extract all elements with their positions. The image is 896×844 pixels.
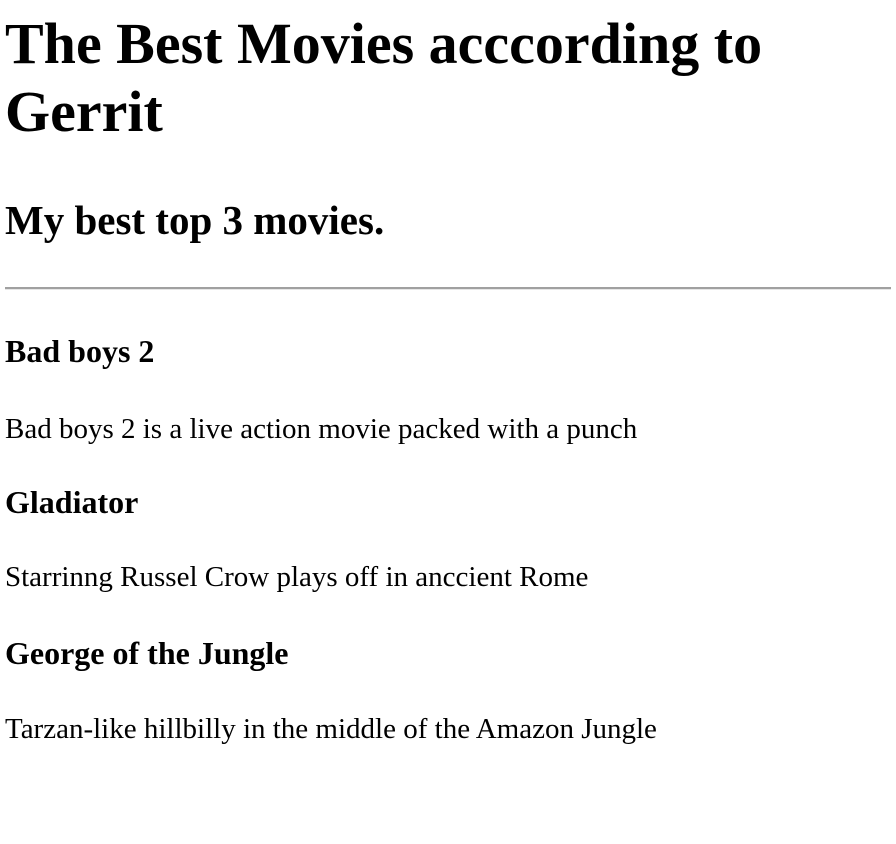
page-content: The Best Movies acccording to Gerrit My …: [5, 10, 891, 746]
movie-description: Bad boys 2 is a live action movie packed…: [5, 413, 638, 445]
movie-entry-gladiator: Gladiator Starrinng Russel Crow plays of…: [5, 483, 891, 594]
movie-description: Starrinng Russel Crow plays off in ancci…: [5, 561, 589, 593]
movie-title: George of the Jungle: [5, 635, 289, 671]
movie-entry-bad-boys-2: Bad boys 2 Bad boys 2 is a live action m…: [5, 332, 891, 446]
movie-description: Tarzan-like hillbilly in the middle of t…: [5, 713, 657, 745]
movie-title: Gladiator: [5, 484, 139, 520]
movie-entry-george-of-the-jungle: George of the Jungle Tarzan-like hillbil…: [5, 634, 891, 746]
movie-title: Bad boys 2: [5, 333, 155, 369]
page-subtitle: My best top 3 movies.: [5, 197, 385, 243]
page-title: The Best Movies acccording to Gerrit: [5, 11, 763, 144]
horizontal-divider: [5, 287, 891, 290]
